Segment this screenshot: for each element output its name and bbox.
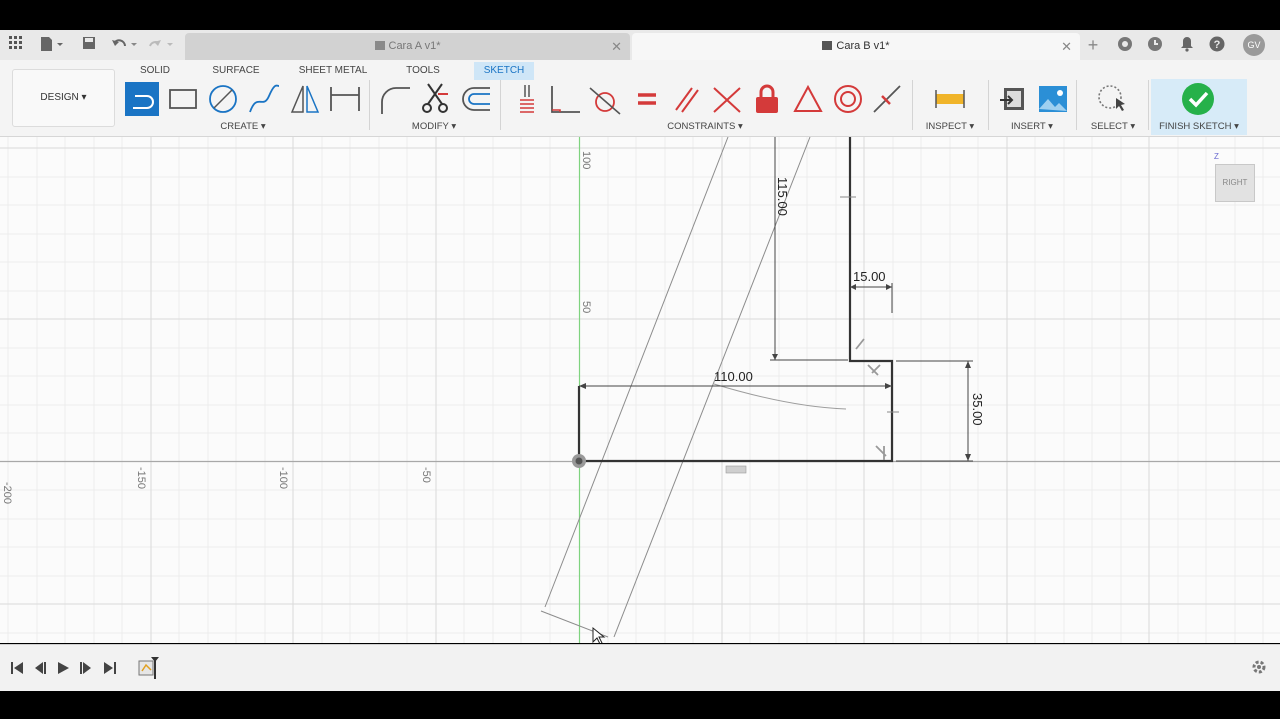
horizontal-constraint-glyph (725, 465, 747, 474)
user-avatar[interactable]: GV (1243, 34, 1265, 56)
viewcube[interactable]: RIGHT (1215, 164, 1255, 202)
divider (1076, 80, 1077, 130)
coincident-constraint-icon[interactable] (510, 82, 544, 116)
divider (912, 80, 913, 130)
y-axis-label: 100 (580, 151, 592, 169)
timeline-sketch-feature-icon[interactable] (137, 655, 161, 681)
grid (0, 137, 1280, 643)
fix-lock-icon[interactable] (750, 82, 784, 116)
timeline-settings-gear-icon[interactable] (1251, 659, 1267, 675)
workspace-switcher-button[interactable]: DESIGN ▾ (12, 69, 115, 127)
y-axis-label: 50 (580, 301, 592, 313)
modify-menu[interactable]: MODIFY ▾ (398, 121, 470, 132)
symmetry-triangle-icon[interactable] (791, 82, 825, 116)
tab-solid[interactable]: SOLID (134, 62, 176, 80)
x-axis-label: -100 (277, 467, 289, 489)
tab-label: Cara B v1* (836, 40, 890, 52)
component-icon (822, 41, 833, 50)
offset-tool-icon[interactable] (458, 82, 492, 116)
sketch-canvas[interactable]: -200 -150 -100 -50 100 50 115.00 15.00 1… (0, 137, 1280, 643)
timeline-bar (0, 644, 1280, 691)
extensions-icon[interactable] (1116, 36, 1134, 54)
constraints-menu[interactable]: CONSTRAINTS ▾ (660, 121, 750, 132)
select-lasso-icon[interactable] (1096, 82, 1130, 116)
dimension-15[interactable]: 15.00 (853, 269, 886, 284)
axis-label-partial: -200 (1, 482, 13, 504)
save-icon[interactable] (80, 36, 98, 54)
dimension-line-15[interactable] (850, 283, 893, 313)
mirror-tool-icon[interactable] (288, 82, 322, 116)
collinear-constraint-icon[interactable] (710, 82, 744, 116)
notifications-bell-icon[interactable] (1178, 36, 1196, 54)
file-menu-icon[interactable] (38, 36, 66, 54)
rectangle-tool-icon[interactable] (166, 82, 200, 116)
tab-sheet-metal[interactable]: SHEET METAL (296, 62, 370, 80)
finish-sketch-checkmark-icon[interactable] (1181, 82, 1215, 116)
component-icon (374, 41, 385, 50)
tab-sketch[interactable]: SKETCH (474, 62, 534, 80)
fillet-tool-icon[interactable] (378, 82, 412, 116)
divider (500, 80, 501, 130)
close-tab-icon[interactable]: ✕ (611, 33, 622, 60)
origin-center (575, 457, 583, 465)
finish-sketch-menu[interactable]: FINISH SKETCH ▾ (1151, 121, 1247, 132)
divider (988, 80, 989, 130)
major-grid (0, 137, 1280, 643)
apps-grid-icon[interactable] (8, 36, 24, 54)
concentric-constraint-icon[interactable] (831, 82, 865, 116)
sketch-drawing[interactable]: -200 -150 -100 -50 100 50 115.00 15.00 1… (0, 137, 1280, 643)
viewcube-face: RIGHT (1222, 178, 1248, 187)
mouse-cursor-icon (592, 626, 606, 643)
create-menu[interactable]: CREATE ▾ (200, 121, 286, 132)
dimension-110[interactable]: 110.00 (714, 369, 753, 384)
insert-image-icon[interactable] (1036, 82, 1070, 116)
dimension-115[interactable]: 115.00 (775, 177, 790, 216)
line-tool-icon[interactable] (125, 82, 159, 116)
dimension-arrow (772, 354, 778, 360)
step-back-icon[interactable] (33, 661, 47, 675)
new-tab-icon[interactable]: + (1084, 36, 1102, 54)
x-axis-label: -150 (135, 467, 147, 489)
step-forward-icon[interactable] (79, 661, 93, 675)
undo-icon[interactable] (110, 36, 140, 54)
go-to-end-icon[interactable] (103, 661, 117, 675)
equal-constraint-icon[interactable] (630, 82, 664, 116)
document-tab-cara-a[interactable]: Cara A v1* ✕ (185, 33, 630, 60)
tab-surface[interactable]: SURFACE (206, 62, 266, 80)
divider (369, 80, 370, 130)
perpendicular-glyph (855, 338, 881, 376)
tick-glyph (840, 196, 899, 413)
midpoint-constraint-icon[interactable] (870, 82, 904, 116)
measure-ruler-icon[interactable] (933, 82, 967, 116)
tab-label: Cara A v1* (388, 40, 441, 52)
perpendicular-glyph (875, 445, 887, 460)
tangent-constraint-icon[interactable] (588, 82, 622, 116)
x-axis-label: -50 (420, 467, 432, 483)
spline-tool-icon[interactable] (247, 82, 281, 116)
job-status-icon[interactable] (1146, 36, 1164, 54)
go-to-start-icon[interactable] (10, 661, 24, 675)
ribbon-toolbar: DESIGN ▾ SOLID SURFACE SHEET METAL TOOLS… (0, 60, 1280, 137)
help-icon[interactable]: ? (1208, 36, 1226, 54)
redo-icon[interactable] (146, 36, 176, 54)
circle-tool-icon[interactable] (206, 82, 240, 116)
viewcube-axis-label: Z (1214, 152, 1219, 161)
insert-derive-icon[interactable] (996, 82, 1030, 116)
svg-text:?: ? (1214, 39, 1221, 51)
parallel-constraint-icon[interactable] (670, 82, 704, 116)
tab-tools[interactable]: TOOLS (400, 62, 446, 80)
perpendicular-constraint-icon[interactable] (548, 82, 582, 116)
select-menu[interactable]: SELECT ▾ (1083, 121, 1143, 132)
play-icon[interactable] (56, 661, 70, 675)
inspect-menu[interactable]: INSPECT ▾ (920, 121, 980, 132)
fusion-app-window: Cara A v1* ✕ Cara B v1* ✕ + ? GV DESIGN … (0, 0, 1280, 719)
close-tab-icon[interactable]: ✕ (1061, 33, 1072, 60)
sketch-profile[interactable] (579, 137, 894, 463)
dimension-tool-icon[interactable] (328, 82, 362, 116)
divider (1148, 80, 1149, 130)
insert-menu[interactable]: INSERT ▾ (1002, 121, 1062, 132)
trim-scissors-icon[interactable] (418, 80, 452, 114)
document-tab-cara-b[interactable]: Cara B v1* ✕ (632, 33, 1080, 60)
dimension-35[interactable]: 35.00 (970, 393, 985, 426)
